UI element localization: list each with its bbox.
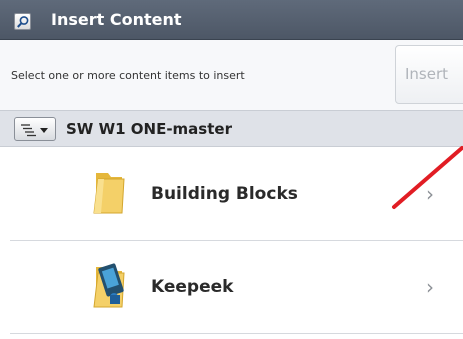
search-button[interactable] (14, 13, 31, 30)
instructions-text: Select one or more content items to inse… (11, 69, 245, 82)
toolbar: Select one or more content items to inse… (0, 40, 463, 110)
repository-header: SW W1 ONE-master (0, 110, 463, 147)
window-titlebar: Insert Content (0, 0, 463, 40)
chevron-down-icon (40, 128, 48, 133)
search-icon (17, 16, 29, 28)
insert-button-label: Insert (405, 65, 449, 83)
list-item-label: Keepeek (151, 277, 234, 297)
window-title: Insert Content (51, 10, 182, 29)
list-item-keepeek[interactable]: Keepeek › (10, 241, 463, 334)
list-menu-icon (21, 124, 48, 137)
list-item-building-blocks[interactable]: Building Blocks › (10, 147, 463, 241)
insert-button[interactable]: Insert (395, 45, 463, 104)
app-folder-icon (93, 263, 125, 308)
repository-menu-button[interactable] (14, 117, 56, 141)
list-item-label: Building Blocks (151, 184, 298, 204)
chevron-right-icon: › (426, 182, 434, 206)
folder-icon (93, 173, 125, 214)
repository-title: SW W1 ONE-master (66, 120, 232, 138)
chevron-right-icon: › (426, 275, 434, 299)
